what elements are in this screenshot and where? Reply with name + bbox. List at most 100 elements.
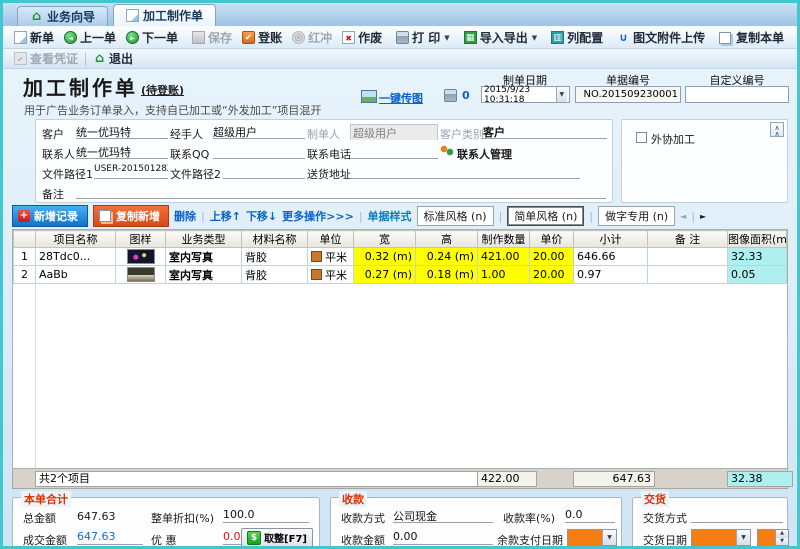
spin-down-button[interactable]: ▼ [776, 537, 788, 545]
one-click-upload-link[interactable]: 一键传图 [379, 90, 423, 106]
ledger-icon: ✔ [242, 31, 256, 44]
red-reverse-button[interactable]: ◎ 红冲 [287, 28, 337, 47]
doc-number-field[interactable]: NO.201509230001 [575, 86, 681, 103]
balance-date-dropdown[interactable]: ▼ [567, 529, 617, 546]
post-account-button[interactable]: ✔ 登账 [237, 28, 287, 47]
next-order-button[interactable]: ► 下一单 [121, 28, 183, 47]
thumbnail-cell[interactable] [115, 247, 166, 266]
column-header: 小计 [573, 230, 648, 248]
style-tab-simple[interactable]: 简单风格 (n) [507, 206, 585, 226]
exit-home-icon: ⌂ [94, 51, 105, 66]
discount-field[interactable]: 100.0 [223, 508, 309, 523]
customer-field[interactable]: 统一优玛特 [76, 124, 168, 139]
exit-button[interactable]: ⌂ 退出 [88, 49, 138, 68]
save-button[interactable]: 保存 [187, 28, 237, 47]
unit-cell[interactable]: 平米 [307, 265, 354, 284]
subtotal-cell[interactable]: 646.66 [573, 247, 648, 266]
path1-field[interactable]: USER-20150128ZN:C:\ [94, 164, 168, 179]
column-header: 业务类型 [165, 230, 242, 248]
outsource-checkbox[interactable] [636, 132, 647, 143]
delivery-date-dropdown[interactable]: ▼ [691, 529, 751, 546]
qq-field[interactable] [213, 144, 305, 159]
more-actions-link[interactable]: 更多操作>>> [282, 208, 354, 224]
custom-number-field[interactable] [685, 86, 789, 103]
item-name-cell[interactable]: AaBb [35, 265, 116, 284]
width-cell[interactable]: 0.27 (m) [353, 265, 416, 284]
contact-field[interactable]: 统一优玛特 [76, 144, 168, 159]
unit-value: 平米 [325, 268, 347, 282]
print-button[interactable]: 打 印 ▼ [391, 28, 455, 47]
delete-row-link[interactable]: 删除 [174, 208, 196, 224]
import-export-button[interactable]: ▦ 导入导出 ▼ [459, 28, 542, 47]
items-table: 项目名称 图样 业务类型 材料名称 单位 宽 高 制作数量 单价 小计 备 注 … [13, 230, 787, 284]
height-cell[interactable]: 0.18 (m) [415, 265, 478, 284]
printer-icon[interactable] [444, 89, 457, 102]
business-type-cell[interactable]: 室内写真 [165, 247, 242, 266]
phone-field[interactable] [350, 144, 438, 159]
caret-down-icon: ▼ [736, 530, 750, 545]
view-voucher-button[interactable]: ✔ 查看凭证 [9, 49, 83, 68]
style-tab-lettering[interactable]: 做字专用 (n) [598, 206, 676, 226]
price-cell[interactable]: 20.00 [529, 247, 574, 266]
date-dropdown-button[interactable]: ▼ [555, 87, 567, 102]
round-off-button[interactable]: $ 取整[F7] [241, 528, 313, 546]
category-field[interactable]: 客户 [483, 124, 607, 139]
qq-label: 联系QQ [170, 148, 210, 161]
copy-order-button[interactable]: 复制本单 [714, 28, 789, 47]
delivery-method-field[interactable] [691, 508, 783, 523]
new-order-button[interactable]: 新单 [9, 28, 59, 47]
item-name-cell[interactable]: 28Tdc0... [35, 247, 116, 266]
tab-bar: ⌂ 业务向导 加工制作单 [3, 3, 797, 27]
prev-order-button[interactable]: ◄ 上一单 [59, 28, 121, 47]
add-record-button[interactable]: + 新增记录 [12, 205, 88, 227]
spin-up-button[interactable]: ▲ [776, 530, 788, 538]
path1-label: 文件路径1 [42, 168, 93, 181]
move-up-link[interactable]: 上移↑ [210, 208, 241, 224]
void-button[interactable]: ✖ 作废 [337, 28, 387, 47]
material-cell[interactable]: 背胶 [241, 265, 308, 284]
delivery-time-spinner[interactable]: ▲ ▼ [757, 529, 789, 546]
material-cell[interactable]: 背胶 [241, 247, 308, 266]
handler-field[interactable]: 超级用户 [213, 124, 305, 139]
payment-method-field[interactable]: 公司现金 [393, 508, 493, 523]
payment-amount-label: 收款金额 [341, 534, 385, 547]
scroll-right-icon[interactable]: ► [700, 212, 706, 221]
path2-field[interactable] [223, 164, 305, 179]
area-cell[interactable]: 32.33 [727, 247, 787, 266]
tab-processing-order[interactable]: 加工制作单 [113, 4, 217, 26]
button-label: 退出 [109, 52, 134, 66]
column-config-button[interactable]: ▥ 列配置 [546, 28, 608, 47]
subtotal-cell[interactable]: 0.97 [573, 265, 648, 284]
button-label: 保存 [208, 31, 233, 45]
height-cell[interactable]: 0.24 (m) [415, 247, 478, 266]
payment-amount-field[interactable]: 0.00 [393, 530, 493, 545]
tab-business-wizard[interactable]: ⌂ 业务向导 [17, 6, 109, 26]
unit-cell[interactable]: 平米 [307, 247, 354, 266]
grid-empty-area [13, 284, 787, 468]
address-field[interactable] [350, 164, 580, 179]
scroll-left-icon[interactable]: ◄ [680, 212, 686, 221]
note-field[interactable] [76, 184, 606, 199]
row-number: 1 [13, 247, 36, 266]
width-cell[interactable]: 0.32 (m) [353, 247, 416, 266]
paste-screenshot-button[interactable]: ✎粘贴截图 [793, 28, 797, 47]
note-cell[interactable] [647, 265, 728, 284]
payment-rate-field[interactable]: 0.0 [565, 508, 615, 523]
caret-down-icon: ▼ [444, 33, 450, 42]
qty-cell[interactable]: 421.00 [477, 247, 530, 266]
note-cell[interactable] [647, 247, 728, 266]
column-header: 图样 [115, 230, 166, 248]
area-cell[interactable]: 0.05 [727, 265, 787, 284]
business-type-cell[interactable]: 室内写真 [165, 265, 242, 284]
collapse-button[interactable]: ∧ ∧ [770, 122, 784, 138]
qty-cell[interactable]: 1.00 [477, 265, 530, 284]
attachment-upload-button[interactable]: ∪ 图文附件上传 [612, 28, 710, 47]
contacts-manager-link[interactable]: 联系人管理 [457, 146, 512, 162]
order-date-field[interactable]: 2015/9/23 10:31:18 ▼ [481, 85, 570, 105]
thumbnail-cell[interactable] [115, 265, 166, 284]
price-cell[interactable]: 20.00 [529, 265, 574, 284]
move-down-link[interactable]: 下移↓ [246, 208, 277, 224]
copy-add-button[interactable]: 复制新增 [93, 205, 169, 227]
style-tab-standard[interactable]: 标准风格 (n) [416, 206, 494, 226]
deal-amount-field[interactable]: 647.63 [77, 530, 143, 545]
